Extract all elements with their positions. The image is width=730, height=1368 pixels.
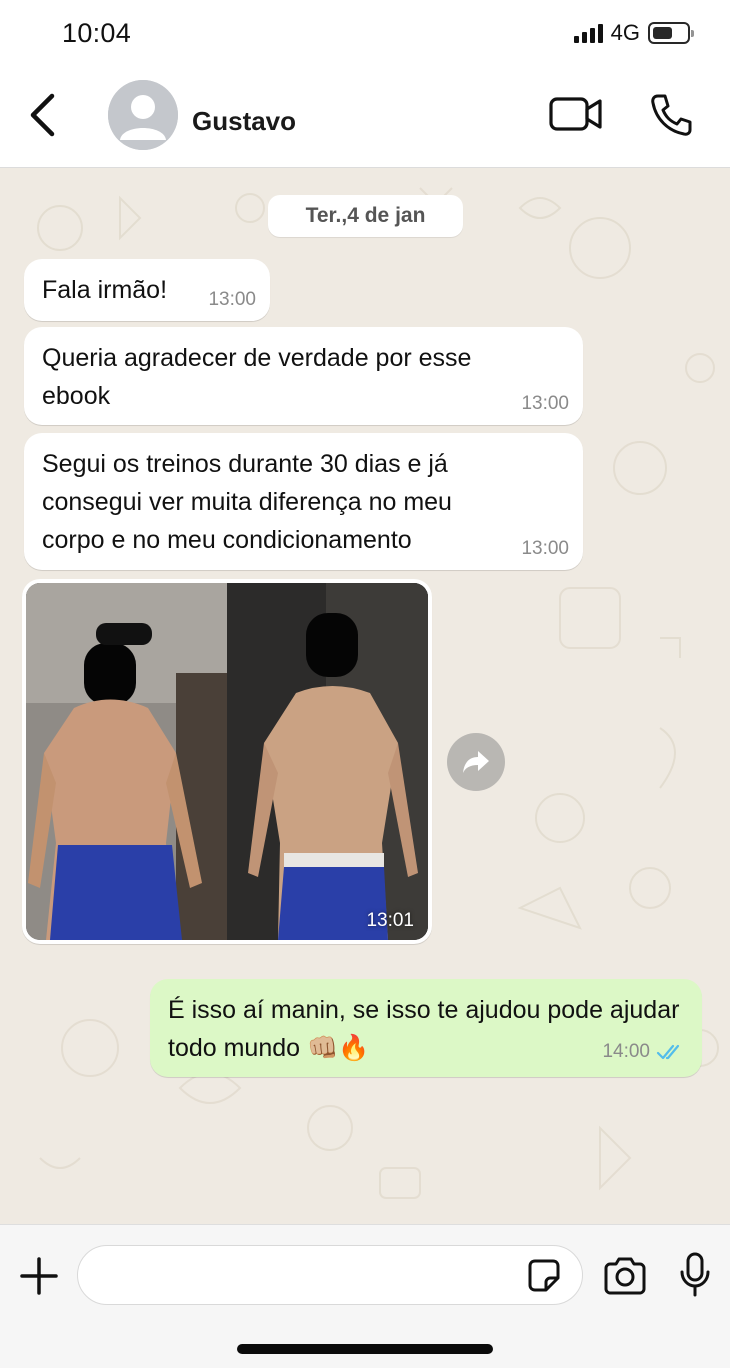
microphone-button[interactable] xyxy=(678,1252,712,1298)
message-time: 13:00 xyxy=(521,393,569,414)
microphone-icon xyxy=(680,1252,710,1297)
forward-arrow-icon xyxy=(463,751,489,773)
message-bubble-incoming[interactable]: Segui os treinos durante 30 dias e já co… xyxy=(24,433,583,570)
video-call-button[interactable] xyxy=(548,94,604,134)
home-indicator xyxy=(237,1344,493,1354)
status-bar: 10:04 4G xyxy=(0,0,730,70)
message-time: 13:00 xyxy=(208,289,256,310)
status-indicators: 4G xyxy=(573,20,694,46)
battery-level xyxy=(653,27,673,39)
video-camera-icon xyxy=(549,97,602,131)
message-input[interactable] xyxy=(77,1245,583,1305)
message-text: Segui os treinos durante 30 dias e já co… xyxy=(42,450,459,554)
message-bubble-incoming[interactable]: Fala irmão! 13:00 xyxy=(24,259,270,321)
battery-icon xyxy=(648,22,694,44)
camera-icon xyxy=(604,1257,646,1295)
message-photo[interactable]: 13:01 xyxy=(26,583,428,940)
voice-call-button[interactable] xyxy=(648,92,694,138)
chat-area[interactable]: Ter.,4 de jan Fala irmão! 13:00 Queria a… xyxy=(0,168,730,1224)
message-bubble-outgoing[interactable]: É isso aí manin, se isso te ajudou pode … xyxy=(150,979,702,1077)
sticker-icon xyxy=(528,1259,560,1292)
message-time: 13:01 xyxy=(366,910,414,931)
message-time: 13:00 xyxy=(521,538,569,559)
forward-button[interactable] xyxy=(447,733,505,791)
message-text: Queria agradecer de verdade por esse ebo… xyxy=(42,344,479,410)
message-input-bar xyxy=(0,1224,730,1368)
message-time: 14:00 xyxy=(602,1041,650,1062)
attach-button[interactable] xyxy=(18,1255,60,1297)
avatar[interactable] xyxy=(108,80,178,150)
network-type: 4G xyxy=(610,20,640,45)
signal-icon xyxy=(573,23,603,43)
back-button[interactable] xyxy=(22,90,66,140)
camera-button[interactable] xyxy=(602,1256,648,1296)
message-bubble-incoming[interactable]: Queria agradecer de verdade por esse ebo… xyxy=(24,327,583,425)
sticker-button[interactable] xyxy=(524,1256,564,1296)
double-check-icon xyxy=(656,1044,680,1060)
image-message-bubble[interactable]: 13:01 xyxy=(22,579,432,944)
chat-header: Gustavo xyxy=(0,70,730,168)
contact-name[interactable]: Gustavo xyxy=(192,106,296,137)
date-divider: Ter.,4 de jan xyxy=(268,195,463,237)
plus-icon xyxy=(20,1257,58,1295)
default-user-avatar-icon xyxy=(108,80,178,150)
message-meta: 14:00 xyxy=(602,1041,686,1063)
chevron-left-icon xyxy=(30,93,55,137)
status-time: 10:04 xyxy=(62,18,132,48)
phone-icon xyxy=(651,94,692,136)
